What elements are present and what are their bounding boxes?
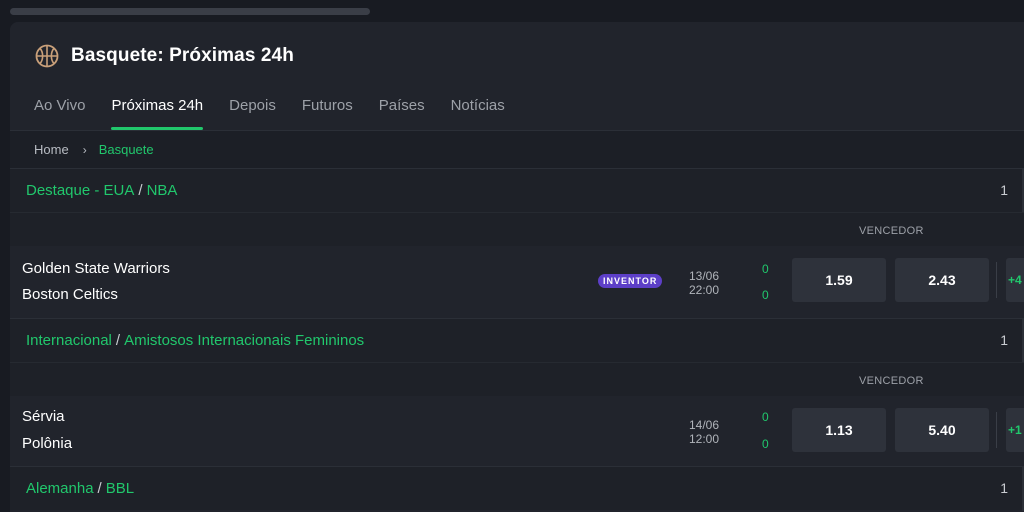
tab-ao-vivo[interactable]: Ao Vivo (34, 96, 85, 130)
divider (996, 412, 997, 448)
league-slash: / (97, 480, 102, 497)
home-score: 0 (762, 262, 769, 276)
league-header-bbl[interactable]: Alemanha / BBL 1 (10, 466, 1024, 511)
home-team-name[interactable]: Golden State Warriors (22, 260, 170, 277)
breadcrumb-separator: › (82, 142, 87, 157)
breadcrumb: Home › Basquete (10, 130, 1024, 168)
league-header-amistosos[interactable]: Internacional / Amistosos Internacionais… (10, 318, 1024, 363)
market-label: VENCEDOR (859, 225, 924, 237)
away-team-name[interactable]: Polônia (22, 435, 72, 452)
market-label: VENCEDOR (859, 375, 924, 387)
odd-button-home[interactable]: 1.59 (792, 258, 886, 302)
league-slash: / (138, 182, 143, 199)
league-region-link[interactable]: Destaque - EUA (26, 182, 134, 199)
league-event-count: 1 (1000, 332, 1008, 348)
league-name-link[interactable]: Amistosos Internacionais Femininos (124, 332, 364, 349)
tab-depois[interactable]: Depois (229, 96, 276, 130)
title-row: Basquete: Próximas 24h (35, 44, 294, 68)
odd-button-home[interactable]: 1.13 (792, 408, 886, 452)
event-row[interactable]: Sérvia Polônia 14/06 12:00 0 0 1.13 5.40… (10, 396, 1024, 466)
basketball-icon (35, 44, 59, 68)
page-title: Basquete: Próximas 24h (71, 45, 294, 66)
tab-futuros[interactable]: Futuros (302, 96, 353, 130)
away-score: 0 (762, 288, 769, 302)
market-header: VENCEDOR (10, 212, 1024, 246)
event-time: 22:00 (688, 283, 720, 297)
league-header-nba[interactable]: Destaque - EUA / NBA 1 (10, 168, 1024, 213)
tab-noticias[interactable]: Notícias (451, 96, 505, 130)
more-markets-button[interactable]: +1 (1006, 408, 1024, 452)
tab-bar: Ao Vivo Próximas 24h Depois Futuros País… (34, 96, 531, 130)
league-name-link[interactable]: NBA (147, 182, 178, 199)
event-date: 14/06 (688, 418, 720, 432)
tab-proximas-24h[interactable]: Próximas 24h (111, 96, 203, 130)
home-score: 0 (762, 410, 769, 424)
breadcrumb-current-link[interactable]: Basquete (99, 142, 154, 157)
more-markets-button[interactable]: +4 (1006, 258, 1024, 302)
away-team-name[interactable]: Boston Celtics (22, 286, 118, 303)
page-header: Basquete: Próximas 24h Ao Vivo Próximas … (10, 22, 1024, 130)
league-region-link[interactable]: Internacional (26, 332, 112, 349)
horizontal-scrollbar[interactable] (0, 0, 1024, 18)
event-row[interactable]: Golden State Warriors Boston Celtics INV… (10, 246, 1024, 316)
scrollbar-thumb[interactable] (10, 8, 370, 15)
breadcrumb-home-link[interactable]: Home (34, 142, 69, 157)
sports-panel: Basquete: Próximas 24h Ao Vivo Próximas … (10, 22, 1024, 512)
home-team-name[interactable]: Sérvia (22, 408, 65, 425)
league-event-count: 1 (1000, 480, 1008, 496)
inventor-badge: INVENTOR (598, 274, 663, 288)
league-region-link[interactable]: Alemanha (26, 480, 94, 497)
odd-button-away[interactable]: 2.43 (895, 258, 989, 302)
odd-button-away[interactable]: 5.40 (895, 408, 989, 452)
league-slash: / (115, 332, 121, 349)
league-event-count: 1 (1000, 182, 1008, 198)
divider (996, 262, 997, 298)
league-name-link[interactable]: BBL (106, 480, 134, 497)
event-date: 13/06 (688, 269, 720, 283)
market-header: VENCEDOR (10, 362, 1024, 396)
away-score: 0 (762, 437, 769, 451)
tab-paises[interactable]: Países (379, 96, 425, 130)
event-time: 12:00 (688, 432, 720, 446)
